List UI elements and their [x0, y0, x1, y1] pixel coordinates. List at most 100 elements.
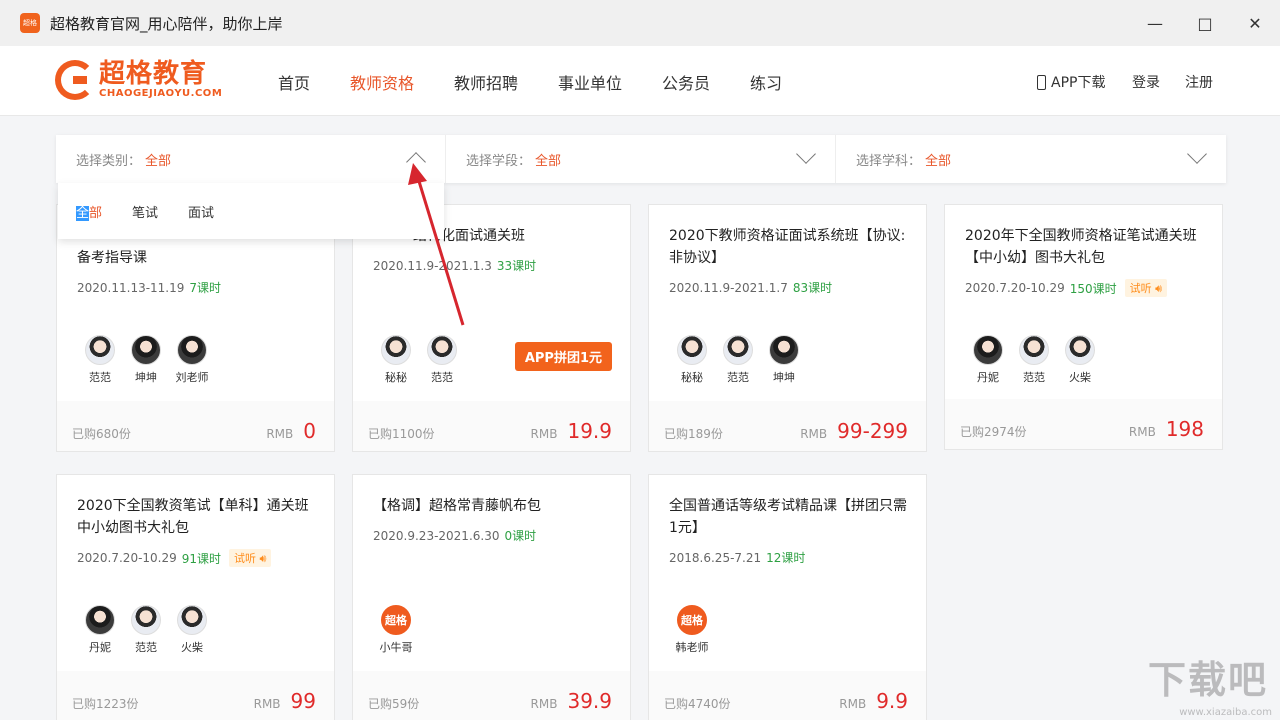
card-meta: 2020.11.9-2021.1.3 33课时 — [373, 257, 536, 274]
price: 39.9 — [567, 689, 612, 713]
card-footer: 已购4740份 RMB 9.9 — [649, 671, 926, 720]
card-date: 2020.7.20-10.29 — [77, 551, 177, 565]
phone-icon — [1037, 74, 1046, 90]
card-title: 结构化面试通关班 — [413, 228, 525, 244]
chevron-up-icon[interactable] — [406, 152, 426, 172]
teacher-list: 超格 小牛哥 — [373, 605, 419, 655]
teacher[interactable]: 坤坤 — [123, 335, 169, 385]
option-rest-text: 部 — [89, 205, 103, 221]
filter-stage[interactable]: 选择学段： 全部 — [446, 135, 836, 183]
avatar — [1019, 335, 1049, 365]
teacher[interactable]: 火柴 — [1057, 335, 1103, 385]
price: 9.9 — [876, 689, 908, 713]
currency-label: RMB — [266, 427, 294, 441]
logo-en-text: CHAOGEJIAOYU.COM — [99, 88, 223, 99]
teacher-name: 丹妮 — [89, 641, 111, 654]
nav-item-teacher-recruit[interactable]: 教师招聘 — [454, 70, 518, 94]
teacher[interactable]: 范范 — [123, 605, 169, 655]
site-navbar: 超格教育 CHAOGEJIAOYU.COM 首页 教师资格 教师招聘 事业单位 … — [0, 46, 1280, 116]
card-lessons: 91课时 — [181, 551, 222, 566]
avatar — [1065, 335, 1095, 365]
bought-count: 已购189份 — [664, 427, 723, 441]
trial-label: 试听 — [1129, 282, 1152, 295]
filter-category-value: 全部 — [145, 153, 172, 169]
card-date: 2020.11.13-11.19 — [77, 280, 185, 295]
trial-badge[interactable]: 试听 🔊︎ — [229, 549, 272, 567]
watermark: 下载吧 www.xiazaiba.com — [1148, 660, 1276, 718]
teacher-list: 超格 韩老师 — [669, 605, 715, 655]
minimize-button[interactable]: — — [1130, 0, 1180, 46]
dropdown-option-all[interactable]: 全部 — [76, 202, 102, 221]
course-card[interactable]: 全国普通话等级考试精品课【拼团只需1元】 2018.6.25-7.21 12课时… — [648, 474, 927, 720]
teacher[interactable]: 丹妮 — [965, 335, 1011, 385]
avatar — [723, 335, 753, 365]
filter-subject-label: 选择学科： — [856, 153, 922, 169]
currency-label: RMB — [530, 697, 558, 711]
watermark-text: 下载吧 — [1148, 658, 1269, 702]
chevron-down-icon[interactable] — [796, 144, 816, 164]
teacher-list: 丹妮 范范 火柴 — [77, 605, 215, 655]
teacher-list: 秘秘 范范 坤坤 — [669, 335, 807, 385]
card-lessons: 7课时 — [189, 281, 222, 295]
teacher-name: 范范 — [1023, 371, 1045, 384]
card-title: 2020下教师资格证面试系统班【协议:非协议】 — [669, 228, 906, 266]
teacher[interactable]: 秘秘 — [669, 335, 715, 385]
course-card[interactable]: 2020下教师资格证面试系统班【协议:非协议】 2020.11.9-2021.1… — [648, 204, 927, 452]
avatar — [177, 335, 207, 365]
teacher[interactable]: 范范 — [77, 335, 123, 385]
teacher[interactable]: 丹妮 — [77, 605, 123, 655]
close-button[interactable]: ✕ — [1230, 0, 1280, 46]
avatar — [677, 335, 707, 365]
course-card[interactable]: 【格调】超格常青藤帆布包 2020.9.23-2021.6.30 0课时 超格小… — [352, 474, 631, 720]
site-logo[interactable]: 超格教育 CHAOGEJIAOYU.COM — [55, 60, 222, 100]
teacher-name: 范范 — [431, 371, 453, 384]
nav-item-home[interactable]: 首页 — [278, 70, 310, 94]
nav-item-teacher-cert[interactable]: 教师资格 — [350, 70, 414, 94]
teacher[interactable]: 范范 — [715, 335, 761, 385]
teacher-name: 范范 — [135, 641, 157, 654]
card-meta: 2020.7.20-10.29 150课时 试听 🔊︎ — [965, 279, 1168, 297]
course-card[interactable]: 2020下全国教资笔试【单科】通关班中小幼图书大礼包 2020.7.20-10.… — [56, 474, 335, 720]
teacher[interactable]: 火柴 — [169, 605, 215, 655]
dropdown-option-interview[interactable]: 面试 — [188, 202, 214, 221]
trial-badge[interactable]: 试听 🔊︎ — [1124, 279, 1168, 297]
nav-item-public-institution[interactable]: 事业单位 — [558, 70, 622, 94]
course-card[interactable]: 备考指导课 2020.11.13-11.19 7课时 范范 坤坤 刘老师 已购6… — [56, 204, 335, 452]
window-titlebar: 超格 超格教育官网_用心陪伴，助你上岸 — □ ✕ — [0, 0, 1280, 46]
card-meta: 2020.11.13-11.19 7课时 — [77, 279, 221, 296]
trial-label: 试听 — [234, 552, 257, 565]
teacher[interactable]: 范范 — [419, 335, 465, 385]
avatar: 超格 — [677, 605, 707, 635]
teacher[interactable]: 秘秘 — [373, 335, 419, 385]
filter-category[interactable]: 选择类别： 全部 — [56, 135, 446, 183]
maximize-button[interactable]: □ — [1180, 0, 1230, 46]
avatar — [769, 335, 799, 365]
chevron-down-icon[interactable] — [1187, 144, 1207, 164]
teacher-name: 秘秘 — [681, 371, 703, 384]
dropdown-option-written[interactable]: 笔试 — [132, 202, 158, 221]
teacher[interactable]: 超格 韩老师 — [669, 605, 715, 655]
price: 19.9 — [567, 419, 612, 443]
card-title: 全国普通话等级考试精品课【拼团只需1元】 — [669, 498, 907, 536]
teacher-name: 范范 — [89, 371, 111, 384]
course-card[interactable]: 2020年下全国教师资格证笔试通关班【中小幼】图书大礼包 2020.7.20-1… — [944, 204, 1223, 450]
course-card[interactable]: 结构化面试通关班 2020.11.9-2021.1.3 33课时 秘秘 范范 A… — [352, 204, 631, 452]
price: 0 — [303, 419, 316, 443]
app-download-link[interactable]: APP下载 — [1037, 72, 1105, 92]
login-link[interactable]: 登录 — [1132, 72, 1160, 92]
teacher-name: 坤坤 — [135, 371, 157, 384]
teacher[interactable]: 范范 — [1011, 335, 1057, 385]
register-link[interactable]: 注册 — [1185, 72, 1213, 92]
teacher[interactable]: 超格 小牛哥 — [373, 605, 419, 655]
app-group-buy-badge[interactable]: APP拼团1元 — [514, 342, 612, 371]
teacher-name: 小牛哥 — [379, 641, 413, 654]
bought-count: 已购680份 — [72, 427, 131, 441]
teacher[interactable]: 坤坤 — [761, 335, 807, 385]
card-title: 2020下全国教资笔试【单科】通关班中小幼图书大礼包 — [77, 498, 309, 536]
card-footer: 已购2974份 RMB 198 — [945, 399, 1222, 449]
teacher[interactable]: 刘老师 — [169, 335, 215, 385]
filter-subject[interactable]: 选择学科： 全部 — [836, 135, 1226, 183]
nav-item-civil-servant[interactable]: 公务员 — [662, 70, 710, 94]
nav-item-practice[interactable]: 练习 — [750, 70, 782, 94]
bought-count: 已购1223份 — [72, 697, 139, 711]
